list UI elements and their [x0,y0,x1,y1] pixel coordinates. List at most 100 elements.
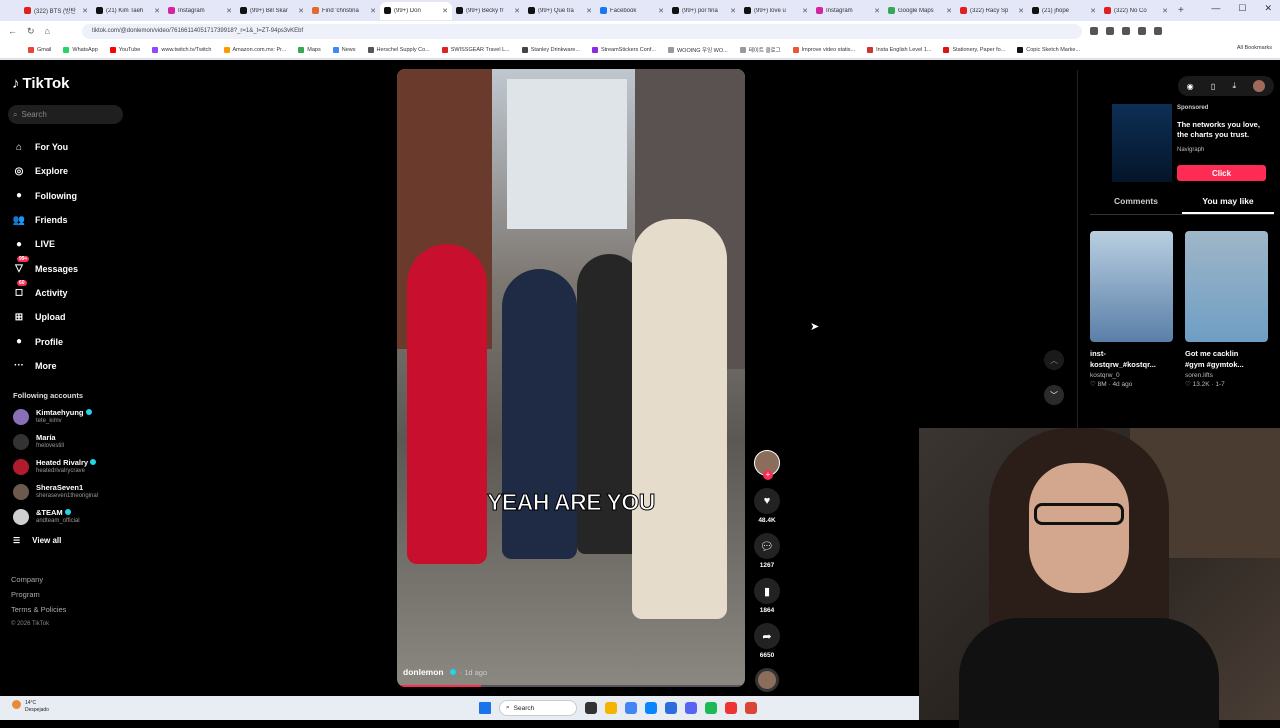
file-explorer-icon[interactable] [605,702,617,714]
device-icon[interactable]: ▯ [1211,82,1215,91]
nav-item-profile[interactable]: ● Profile [12,329,78,353]
avatar[interactable] [1253,80,1266,92]
download-icon[interactable]: ⤓ [1233,81,1237,91]
bookmark-item[interactable]: www.twitch.tv/Twitch [152,46,212,53]
ad-thumbnail[interactable] [1112,104,1172,182]
search-input[interactable]: ⌕ Search [8,105,123,124]
extension-icon[interactable] [1122,27,1130,35]
browser-tab[interactable]: Google Maps ✕ [884,2,956,20]
task-view-icon[interactable] [585,702,597,714]
minimize-icon[interactable]: — [1211,3,1220,14]
new-tab-button[interactable]: + [1178,5,1184,16]
tab-close-icon[interactable]: ✕ [82,7,88,15]
comment-button[interactable]: 💬︎ [754,533,780,559]
like-button[interactable]: ♥ [754,488,780,514]
taskbar-search[interactable]: ⌕ Search [499,700,577,716]
browser-tab[interactable]: (322) Racy Sp ✕ [956,2,1028,20]
extension-icon[interactable] [1138,27,1146,35]
tab-close-icon[interactable]: ✕ [730,7,736,15]
browser-tab[interactable]: (99+) love u ✕ [740,2,812,20]
nav-item-more[interactable]: ··· More [12,354,78,378]
browser-tab[interactable]: (99+) Bill Skar ✕ [236,2,308,20]
weather-widget[interactable]: 14°C Despejado [12,700,49,714]
bookmark-item[interactable]: YouTube [109,46,140,53]
bookmark-item[interactable]: News [332,46,356,53]
browser-tab[interactable]: (99+) Que tra ✕ [524,2,596,20]
share-button[interactable]: ➦ [754,623,780,649]
suggestion-card[interactable]: Got me cacklin #gym #gymtok... soren.lif… [1185,231,1268,388]
app-icon[interactable] [725,702,737,714]
nav-item-following[interactable]: ● Following [12,184,78,208]
suggestion-card[interactable]: inst-kostqrw_#kostqr... kostqrw_0 ♡ 8M ·… [1090,231,1173,388]
spotify-icon[interactable] [705,702,717,714]
url-input[interactable]: tiktok.com/@donlemon/video/7616611405171… [82,23,1082,39]
tab-close-icon[interactable]: ✕ [298,7,304,15]
bookmark-item[interactable]: Maps [298,46,321,53]
ad-cta-button[interactable]: Click [1177,165,1266,181]
bookmark-item[interactable]: Copic Sketch Marke... [1017,46,1080,53]
bookmark-item[interactable]: WOOING 우잉 WO... [667,46,728,54]
tab-close-icon[interactable]: ✕ [370,7,376,15]
compass-icon[interactable]: ◉ [1187,82,1194,91]
bookmark-item[interactable]: Insta English Level 1... [867,46,931,53]
suggestion-thumbnail[interactable] [1185,231,1268,342]
bookmark-item[interactable]: Stationery, Paper fo... [943,46,1005,53]
video-player[interactable]: YEAH ARE YOU donlemon · 1d ago [397,69,745,687]
nav-item-messages[interactable]: ▽ 99+ Messages [12,255,78,280]
bookmark-item[interactable]: StreamStickers Conf... [591,46,656,53]
author-avatar[interactable]: + [754,450,780,480]
browser-tab[interactable]: Instagram ✕ [812,2,884,20]
extension-icon[interactable] [1090,27,1098,35]
tab-close-icon[interactable]: ✕ [1018,7,1024,15]
view-all-button[interactable]: ☰ View all [13,536,61,545]
save-button[interactable]: ▮ [754,578,780,604]
store-icon[interactable] [665,702,677,714]
follow-plus-icon[interactable]: + [763,470,773,480]
back-icon[interactable]: ← [8,26,17,37]
tab-close-icon[interactable]: ✕ [658,7,664,15]
tab-close-icon[interactable]: ✕ [946,7,952,15]
footer-program[interactable]: Program [11,587,66,602]
chrome-icon[interactable] [625,702,637,714]
nav-item-explore[interactable]: ◎ Explore [12,159,78,183]
nav-item-for-you[interactable]: ⌂ For You [12,135,78,159]
following-account[interactable]: Heated Rivalry heatedrivalrycrave [13,454,98,479]
discord-icon[interactable] [685,702,697,714]
bookmark-item[interactable]: Amazon.com.mx: Pr... [223,46,286,53]
nav-item-live[interactable]: ● LIVE [12,232,78,256]
following-account[interactable]: SheraSeven1 sheraseven1theoriginal [13,479,98,504]
bookmark-item[interactable]: WhatsApp [63,46,98,53]
tab-close-icon[interactable]: ✕ [442,7,448,15]
home-button-icon[interactable]: ⌂ [45,26,50,37]
tab-close-icon[interactable]: ✕ [874,7,880,15]
bookmark-item[interactable]: 테이트 클로그 [739,46,781,54]
suggestion-thumbnail[interactable] [1090,231,1173,342]
extension-icon[interactable] [1106,27,1114,35]
browser-tab[interactable]: (21) jhope ✕ [1028,2,1100,20]
tab-you-may-like[interactable]: You may like [1182,196,1274,214]
scroll-up-button[interactable]: ︿ [1044,350,1064,370]
browser-tab[interactable]: Find 'christina ✕ [308,2,380,20]
bookmark-item[interactable]: Improve video statis... [792,46,855,53]
bookmark-item[interactable]: SWISSGEAR Travel L... [441,46,510,53]
tab-close-icon[interactable]: ✕ [154,7,160,15]
following-account[interactable]: &TEAM andteam_official [13,504,98,529]
bookmark-item[interactable]: Herschel Supply Co... [367,46,430,53]
bookmark-item[interactable]: Gmail [28,46,51,53]
tiktok-logo[interactable]: ♪ TikTok [12,75,69,92]
footer-terms[interactable]: Terms & Policies [11,602,66,617]
browser-tab[interactable]: Facebook ✕ [596,2,668,20]
browser-tab[interactable]: (322) No Co ✕ [1100,2,1172,20]
nav-item-activity[interactable]: ◻ 60 Activity [12,279,78,305]
suggestion-user[interactable]: soren.lifts [1185,372,1268,379]
tab-close-icon[interactable]: ✕ [226,7,232,15]
scroll-down-button[interactable]: ﹀ [1044,385,1064,405]
all-bookmarks[interactable]: All Bookmarks [1237,45,1272,51]
tab-comments[interactable]: Comments [1090,196,1182,214]
tab-close-icon[interactable]: ✕ [586,7,592,15]
browser-tab[interactable]: (99+) Becky fr ✕ [452,2,524,20]
reload-icon[interactable]: ↻ [27,26,35,37]
following-account[interactable]: María fnelovestill [13,429,98,454]
edge-icon[interactable] [645,702,657,714]
tab-close-icon[interactable]: ✕ [1162,7,1168,15]
